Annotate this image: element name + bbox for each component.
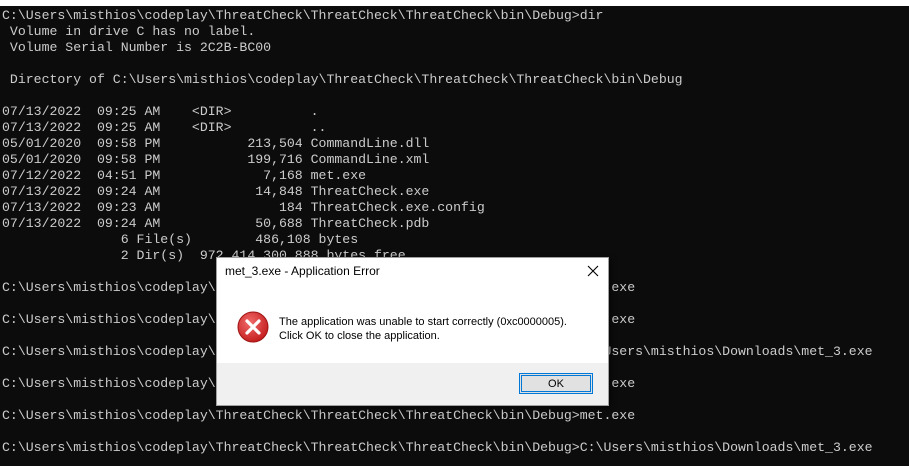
application-error-dialog: met_3.exe - Application Error The applic… [216, 257, 609, 406]
console-line: C:\Users\misthios\codeplay\ThreatCheck\T… [2, 408, 636, 423]
console-line: Volume Serial Number is 2C2B-BC00 [2, 40, 272, 55]
console-line: 07/13/2022 09:25 AM <DIR> .. [2, 120, 327, 135]
error-message-line-1: The application was unable to start corr… [279, 316, 567, 328]
ok-button[interactable]: OK [519, 373, 593, 394]
console-line: 05/01/2020 09:58 PM 199,716 CommandLine.… [2, 152, 430, 167]
dialog-titlebar[interactable]: met_3.exe - Application Error [217, 258, 608, 286]
dialog-title: met_3.exe - Application Error [225, 264, 380, 278]
console-line: 6 File(s) 486,108 bytes [2, 232, 359, 247]
console-line: C:\Users\misthios\codeplay\ThreatCheck\T… [2, 440, 873, 455]
dialog-footer: OK [217, 363, 608, 405]
console-line: Volume in drive C has no label. [2, 24, 256, 39]
console-line: 07/13/2022 09:24 AM 14,848 ThreatCheck.e… [2, 184, 430, 199]
console-line: C:\Users\misthios\codeplay\ThreatCheck\T… [2, 8, 604, 23]
error-message-line-2: Click OK to close the application. [279, 330, 440, 342]
console-line: Directory of C:\Users\misthios\codeplay\… [2, 72, 683, 87]
error-icon [237, 311, 269, 343]
console-line: 07/13/2022 09:25 AM <DIR> . [2, 104, 319, 119]
console-line: 05/01/2020 09:58 PM 213,504 CommandLine.… [2, 136, 430, 151]
console-line: 07/13/2022 09:23 AM 184 ThreatCheck.exe.… [2, 200, 485, 215]
error-message: The application was unable to start corr… [279, 315, 567, 343]
dialog-body: The application was unable to start corr… [217, 286, 608, 364]
close-icon[interactable] [578, 258, 608, 284]
console-line: 07/13/2022 09:24 AM 50,688 ThreatCheck.p… [2, 216, 430, 231]
console-line: 07/12/2022 04:51 PM 7,168 met.exe [2, 168, 367, 183]
